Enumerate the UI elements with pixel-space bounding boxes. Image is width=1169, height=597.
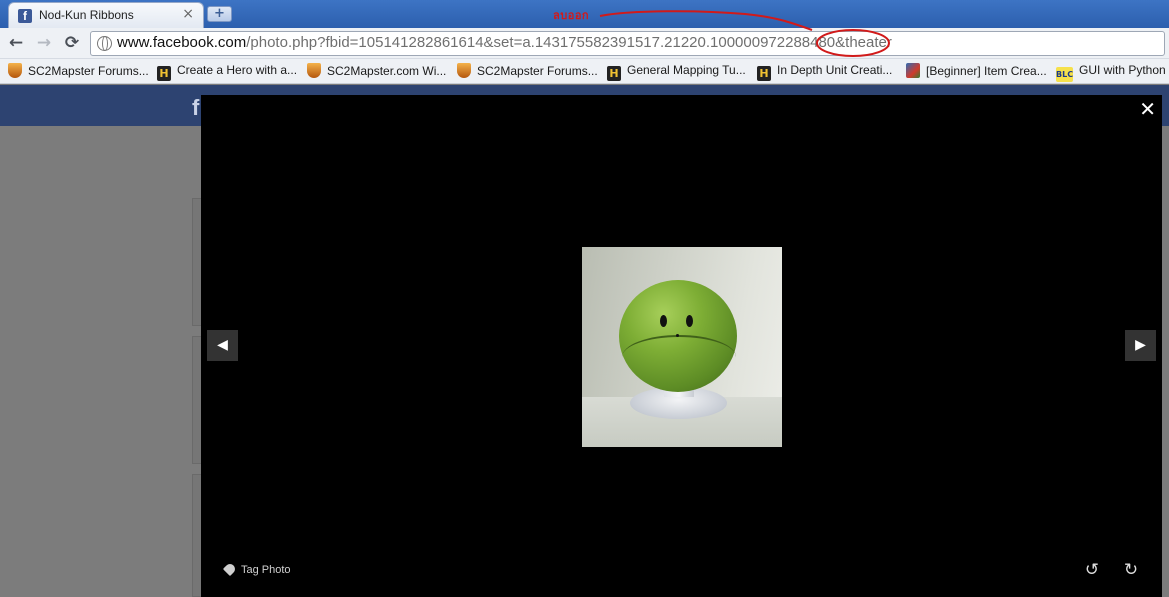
hive-h-icon: H: [607, 66, 621, 81]
bookmark-item[interactable]: SC2Mapster Forums...: [457, 63, 598, 80]
photo-theater: ✕ ◀ ▶ Tag Photo ↺ ↻: [201, 95, 1162, 597]
globe-icon: [97, 36, 112, 51]
bookmark-label: SC2Mapster Forums...: [477, 64, 598, 78]
next-photo-button[interactable]: ▶: [1125, 330, 1156, 361]
sc2mapster-shield-icon: [8, 63, 22, 78]
url-text[interactable]: www.facebook.com/photo.php?fbid=10514128…: [117, 34, 892, 51]
url-host: www.facebook.com: [117, 34, 247, 51]
photo-right-eye: [686, 315, 693, 327]
facebook-favicon-icon: f: [18, 9, 32, 23]
bookmark-label: SC2Mapster.com Wi...: [327, 64, 447, 78]
game-icon: [906, 63, 920, 78]
bookmark-item[interactable]: SC2Mapster Forums...: [8, 63, 149, 80]
rotate-right-icon[interactable]: ↻: [1120, 559, 1142, 581]
tab-close-icon[interactable]: ×: [182, 6, 194, 22]
sc2mapster-shield-icon: [307, 63, 321, 78]
bookmarks-bar: SC2Mapster Forums... H Create a Hero with…: [0, 59, 1169, 84]
rotate-left-icon[interactable]: ↺: [1081, 559, 1103, 581]
sc2mapster-shield-icon: [457, 63, 471, 78]
bookmark-label: SC2Mapster Forums...: [28, 64, 149, 78]
browser-toolbar: ← → ⟳ www.facebook.com/photo.php?fbid=10…: [0, 28, 1169, 59]
bookmark-label: General Mapping Tu...: [627, 63, 746, 77]
hive-h-icon: H: [157, 66, 171, 81]
bookmark-label: GUI with Python o: [1079, 63, 1169, 77]
photo-left-eye: [660, 315, 667, 327]
bookmark-label: Create a Hero with a...: [177, 63, 298, 77]
photo-image[interactable]: [582, 247, 782, 447]
reload-button[interactable]: ⟳: [61, 32, 83, 54]
forward-button[interactable]: →: [33, 32, 55, 54]
annotation-text: ลบออก: [553, 9, 590, 22]
new-tab-button[interactable]: +: [207, 6, 232, 22]
bookmark-item[interactable]: SC2Mapster.com Wi...: [307, 63, 446, 80]
facebook-logo: f: [192, 95, 200, 120]
tag-photo-button[interactable]: Tag Photo: [222, 561, 291, 577]
tag-photo-label: Tag Photo: [241, 564, 291, 576]
bookmark-label: In Depth Unit Creati...: [777, 63, 893, 77]
bookmark-item[interactable]: BLC GUI with Python o: [1056, 63, 1169, 82]
url-path: /photo.php?fbid=105141282861614&set=a.14…: [246, 34, 892, 51]
bookmark-label: [Beginner] Item Crea...: [926, 64, 1047, 78]
bookmark-item[interactable]: H Create a Hero with a...: [157, 63, 298, 81]
bookmark-item[interactable]: H General Mapping Tu...: [607, 63, 746, 81]
back-button[interactable]: ←: [5, 32, 27, 54]
tab-title: Nod-Kun Ribbons: [39, 8, 134, 22]
blc-icon: BLC: [1056, 67, 1073, 82]
photo-mouth-dot: [676, 334, 679, 337]
bookmark-item[interactable]: H In Depth Unit Creati...: [757, 63, 893, 81]
close-theater-icon[interactable]: ✕: [1139, 97, 1156, 121]
browser-tab[interactable]: f Nod-Kun Ribbons ×: [8, 2, 204, 28]
bookmark-item[interactable]: [Beginner] Item Crea...: [906, 63, 1047, 80]
hive-h-icon: H: [757, 66, 771, 81]
previous-photo-button[interactable]: ◀: [207, 330, 238, 361]
address-bar[interactable]: www.facebook.com/photo.php?fbid=10514128…: [90, 31, 1165, 56]
tag-icon: [222, 561, 238, 577]
